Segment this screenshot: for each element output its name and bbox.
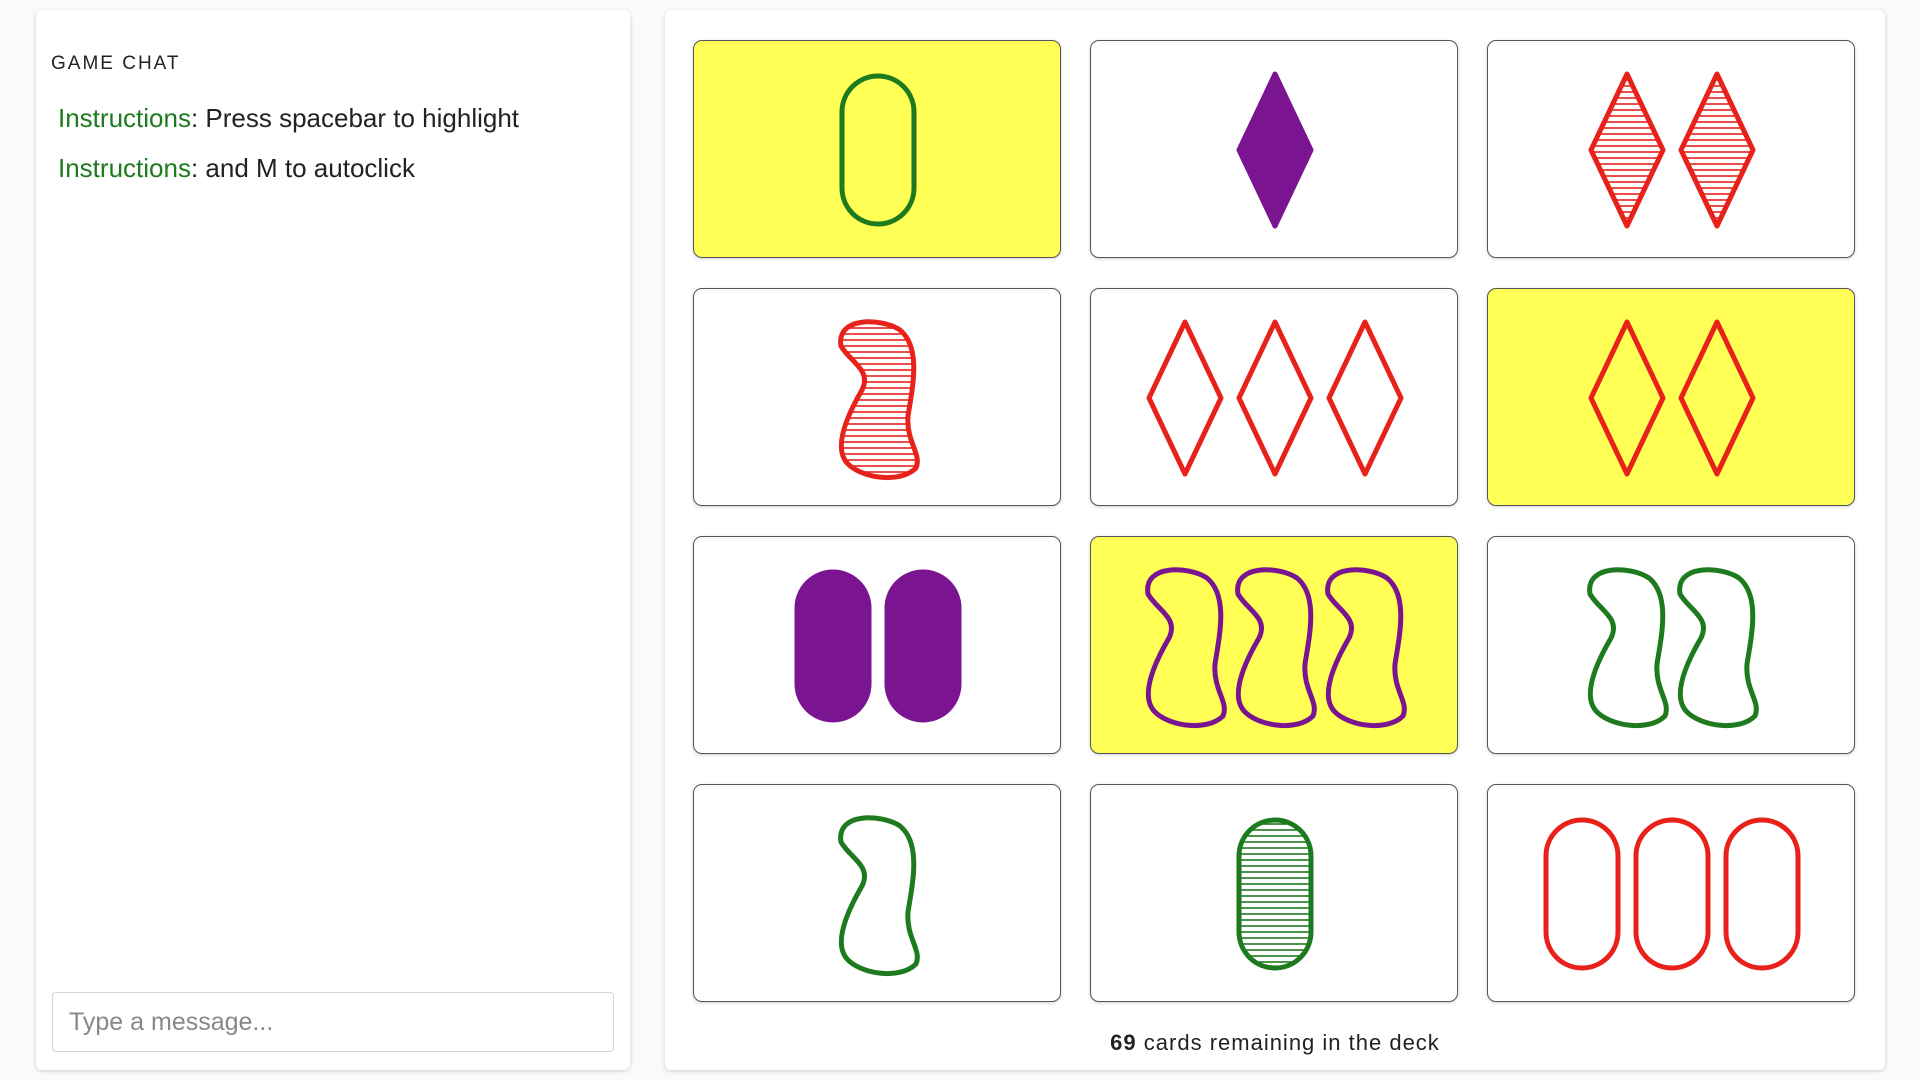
squiggle-symbol — [1677, 567, 1759, 729]
game-page: GAME CHAT Instructions: Press spacebar t… — [0, 0, 1920, 1080]
diamond-symbols — [1146, 319, 1404, 477]
squiggle-symbol — [1587, 567, 1669, 729]
diamond-symbol — [1678, 71, 1756, 229]
oval-symbol — [1236, 817, 1314, 971]
set-card[interactable] — [1090, 40, 1458, 258]
diamond-symbol — [1146, 319, 1224, 477]
oval-symbol — [1543, 817, 1621, 971]
squiggle-symbols — [838, 319, 920, 481]
set-card[interactable] — [1487, 40, 1855, 258]
oval-symbols — [1236, 817, 1314, 971]
diamond-symbol — [1588, 71, 1666, 229]
oval-symbol — [839, 73, 917, 227]
squiggle-symbol — [838, 815, 920, 977]
set-card[interactable] — [1090, 536, 1458, 754]
oval-symbol — [1633, 817, 1711, 971]
squiggle-symbol — [1145, 567, 1227, 729]
diamond-symbols — [1588, 71, 1756, 229]
deck-status: 69 cards remaining in the deck — [665, 1030, 1885, 1056]
oval-symbol — [884, 569, 962, 723]
diamond-symbol — [1678, 319, 1756, 477]
oval-symbols — [839, 73, 917, 227]
set-card[interactable] — [1090, 784, 1458, 1002]
oval-symbols — [1543, 817, 1801, 971]
diamond-symbol — [1326, 319, 1404, 477]
squiggle-symbols — [838, 815, 920, 977]
chat-message-sender: Instructions — [58, 153, 191, 183]
chat-message: Instructions: and M to autoclick — [58, 153, 415, 183]
squiggle-symbols — [1145, 567, 1407, 729]
chat-panel: GAME CHAT Instructions: Press spacebar t… — [36, 10, 630, 1070]
chat-message: Instructions: Press spacebar to highligh… — [58, 103, 520, 133]
diamond-symbol — [1588, 319, 1666, 477]
set-card[interactable] — [693, 784, 1061, 1002]
chat-title: GAME CHAT — [51, 53, 181, 74]
game-board: 69 cards remaining in the deck — [665, 10, 1885, 1070]
set-card[interactable] — [693, 288, 1061, 506]
diamond-symbol — [1236, 71, 1314, 229]
chat-messages: Instructions: Press spacebar to highligh… — [58, 100, 615, 200]
diamond-symbols — [1588, 319, 1756, 477]
set-card[interactable] — [693, 40, 1061, 258]
set-card[interactable] — [693, 536, 1061, 754]
deck-count: 69 — [1110, 1030, 1137, 1055]
chat-message-text: Press spacebar to highlight — [205, 103, 520, 133]
chat-message-text: and M to autoclick — [205, 153, 415, 183]
set-card[interactable] — [1487, 784, 1855, 1002]
squiggle-symbol — [838, 319, 920, 481]
squiggle-symbols — [1587, 567, 1759, 729]
chat-message-input[interactable] — [52, 992, 614, 1052]
squiggle-symbol — [1235, 567, 1317, 729]
chat-message-sender: Instructions — [58, 103, 191, 133]
oval-symbol — [1723, 817, 1801, 971]
deck-status-text: cards remaining in the deck — [1143, 1030, 1440, 1055]
set-card[interactable] — [1487, 288, 1855, 506]
set-card[interactable] — [1487, 536, 1855, 754]
squiggle-symbol — [1325, 567, 1407, 729]
oval-symbol — [794, 569, 872, 723]
diamond-symbol — [1236, 319, 1314, 477]
diamond-symbols — [1236, 71, 1314, 229]
set-card[interactable] — [1090, 288, 1458, 506]
oval-symbols — [794, 569, 962, 723]
